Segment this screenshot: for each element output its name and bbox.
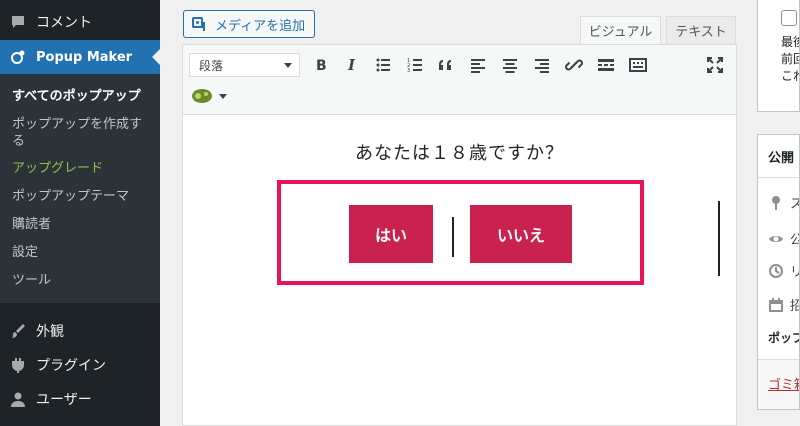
popup-maker-icon [11,50,25,64]
menu-item-plugins[interactable]: プラグイン [0,348,160,382]
publish-box: 公開 ス 公 リ 招 ポップ ゴミ箱 [757,134,800,410]
format-select-value: 段落 [199,58,224,73]
meta-line-3: これ [781,69,799,83]
button-separator [452,217,454,257]
comment-icon [12,16,24,28]
menu-item-comments-label: コメント [36,15,92,31]
align-center-icon [503,59,517,73]
publish-title: 公開 [768,151,795,166]
fullscreen-icon [707,57,723,73]
calendar-icon [769,297,783,312]
menu-item-users[interactable]: ユーザー [0,382,160,416]
meta-line-1: 最後 [781,35,799,49]
editor-frame: 段落 B I 123 あなたは１８歳ですか？ はい いいえ [182,44,737,426]
age-question: あなたは１８歳ですか？ [355,143,564,164]
schedule-row: 招 [768,295,799,314]
menu-item-plugins-label: プラグイン [36,358,106,374]
numbered-list-icon: 123 [407,58,422,74]
align-right-icon [535,59,549,73]
svg-text:3: 3 [407,68,410,74]
schedule-label: 招 [790,295,799,314]
history-icon [769,263,783,278]
popup-maker-shortcode-button[interactable] [191,85,231,107]
menu-item-popup-maker-label: Popup Maker [36,49,133,65]
menu-item-popup-maker[interactable]: Popup Maker [0,40,160,74]
align-right-button[interactable] [530,54,554,76]
publish-divider [758,177,799,178]
link-button[interactable] [562,54,586,76]
toolbar-toggle-icon [629,58,647,72]
svg-text:I: I [347,56,356,74]
link-icon [565,59,583,71]
menu-item-appearance-label: 外観 [36,324,64,340]
highlight-box: はい いいえ [277,180,644,285]
numbered-list-button[interactable]: 123 [403,54,427,76]
toolbar-toggle-button[interactable] [626,54,650,76]
meta-box-options: 最後 前回 これ [757,0,800,112]
submenu-create-popup-cont[interactable]: る [12,133,152,151]
submenu-popup-themes[interactable]: ポップアップテーマ [12,188,152,206]
align-left-icon [471,59,485,73]
status-row: ス [768,193,799,212]
blockquote-icon [439,60,451,70]
tab-visual[interactable]: ビジュアル [580,16,661,45]
italic-button[interactable]: I [340,54,364,76]
popup-maker-submenu: すべてのポップアップ ポップアップを作成す る アップグレード ポップアップテー… [0,74,160,303]
svg-text:B: B [316,58,327,74]
option-checkbox[interactable] [781,10,797,26]
fullscreen-button[interactable] [703,54,727,76]
visibility-row: 公 [768,229,799,248]
tab-text[interactable]: テキスト [666,16,736,45]
submenu-create-popup[interactable]: ポップアップを作成す [12,116,152,134]
editor-content[interactable]: あなたは１８歳ですか？ はい いいえ [183,115,736,425]
eye-icon [769,235,783,242]
admin-sidebar: コメント Popup Maker すべてのポップアップ ポップアップを作成す る… [0,0,160,426]
submenu-all-popups[interactable]: すべてのポップアップ [12,88,152,106]
add-media-icon [192,17,205,31]
align-center-button[interactable] [498,54,522,76]
chevron-down-icon [284,63,292,68]
publish-actions: ゴミ箱 [758,359,799,409]
align-left-button[interactable] [466,54,490,76]
read-more-icon [598,59,614,71]
plugin-icon [12,358,24,373]
menu-item-users-label: ユーザー [36,392,92,408]
meta-line-2: 前回 [781,52,799,66]
italic-icon: I [347,56,356,74]
add-media-button[interactable]: メディアを追加 [183,10,315,38]
add-media-label: メディアを追加 [215,18,306,34]
no-button[interactable]: いいえ [470,205,572,263]
chevron-down-icon [219,93,227,99]
revisions-label: リ [790,261,799,280]
popup-label: ポップ [768,331,799,345]
paintbrush-icon [12,324,25,338]
bold-button[interactable]: B [309,54,333,76]
submenu-subscribers[interactable]: 購読者 [12,216,152,234]
popup-maker-icon [192,89,212,103]
user-icon [11,392,25,407]
visibility-label: 公 [790,229,799,248]
submenu-settings[interactable]: 設定 [12,244,152,262]
bullet-list-icon [376,58,390,72]
submenu-tools[interactable]: ツール [12,272,152,290]
menu-item-appearance[interactable]: 外観 [0,314,160,348]
bold-icon: B [316,58,327,74]
yes-button[interactable]: はい [349,205,433,263]
menu-item-comments[interactable]: コメント [0,4,160,40]
read-more-button[interactable] [594,54,618,76]
status-label: ス [790,193,799,212]
text-cursor [718,201,720,276]
pin-icon [772,195,780,210]
trash-link[interactable]: ゴミ箱 [768,374,799,393]
revisions-row: リ [768,261,799,280]
current-menu-arrow [152,49,160,65]
submenu-upgrade[interactable]: アップグレード [12,160,152,178]
blockquote-button[interactable] [434,54,458,76]
bullet-list-button[interactable] [371,54,395,76]
editor-toolbar: 段落 B I 123 [183,45,736,115]
format-select[interactable]: 段落 [189,53,300,77]
